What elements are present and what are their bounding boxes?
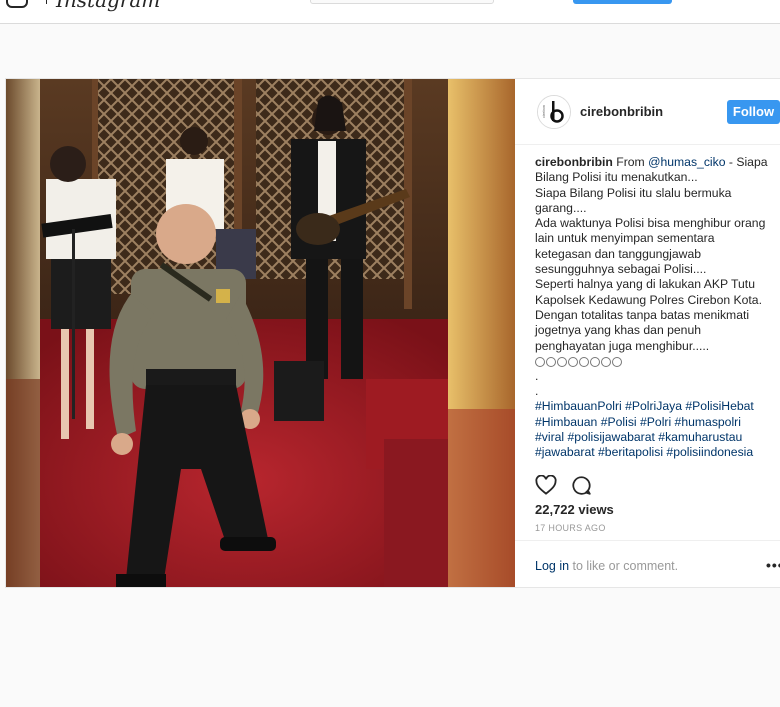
instagram-wordmark-logo[interactable]: Instagram	[56, 0, 160, 12]
caption-first-line-rest: - Siapa	[725, 155, 768, 169]
caption-line: Siapa Bilang Polisi itu slalu bermuka	[535, 185, 732, 200]
emoji-icon	[601, 356, 611, 367]
login-prompt: Log in to like or comment.	[535, 559, 678, 573]
post-header: cirebon cirebonbribin Follow	[515, 79, 780, 145]
header-divider	[46, 0, 47, 4]
emoji-icon	[557, 356, 567, 367]
post-caption: cirebonbribin From @humas_ciko - Siapa B…	[535, 155, 780, 461]
emoji-icon	[535, 356, 545, 367]
caption-line: sesungguhnya sebagai Polisi....	[535, 262, 707, 277]
heart-icon[interactable]	[535, 475, 557, 495]
caption-first-line: cirebonbribin From @humas_ciko - Siapa	[535, 155, 780, 170]
emoji-icon	[590, 356, 600, 367]
hashtag-line[interactable]: #HimbauanPolri #PolriJaya #PolisiHebat	[535, 399, 780, 414]
view-count: 22,722 views	[535, 502, 614, 517]
caption-line: Ada waktunya Polisi bisa menghibur orang	[535, 216, 766, 231]
login-link[interactable]: Log in	[535, 559, 569, 573]
comment-area: Log in to like or comment. •••	[515, 540, 780, 587]
emoji-icon	[612, 356, 622, 367]
instagram-camera-icon[interactable]	[6, 0, 28, 8]
post-sidebar: cirebon cirebonbribin Follow cirebonbrib…	[515, 79, 780, 587]
caption-line: penghayatan juga menghibur.....	[535, 338, 710, 353]
login-prompt-text: to like or comment.	[569, 559, 679, 573]
avatar[interactable]: cirebon	[537, 95, 571, 129]
svg-text:cirebon: cirebon	[541, 105, 546, 118]
post-card: cirebon cirebonbribin Follow cirebonbrib…	[5, 78, 780, 588]
caption-line: ketegasan dan tanggungjawab	[535, 246, 702, 261]
caption-emoji-row	[535, 354, 780, 369]
hashtag-line[interactable]: #viral #polisijawabarat #kamuharustau	[535, 430, 780, 445]
emoji-icon	[546, 356, 556, 367]
search-input[interactable]	[310, 0, 494, 4]
emoji-icon	[579, 356, 589, 367]
post-username[interactable]: cirebonbribin	[580, 104, 663, 119]
follow-button[interactable]: Follow	[727, 100, 780, 124]
video-frame	[6, 79, 515, 587]
more-options-icon[interactable]: •••	[766, 557, 780, 573]
profile-logo-icon: cirebon	[538, 96, 570, 128]
hashtag-line[interactable]: #Himbauan #Polisi #Polri #humaspolri	[535, 415, 780, 430]
top-navigation-bar: Instagram	[0, 0, 780, 24]
caption-line: Bilang Polisi itu menakutkan...	[535, 170, 698, 185]
caption-from-word: From	[616, 155, 645, 169]
caption-mention-link[interactable]: @humas_ciko	[648, 155, 725, 169]
caption-line: Kapolsek Kedawung Polres Cirebon Kota.	[535, 292, 762, 307]
caption-line: jogetnya yang khas dan penuh	[535, 323, 702, 338]
post-timestamp: 17 HOURS AGO	[535, 523, 606, 533]
caption-line: garang....	[535, 200, 587, 215]
header-signup-button[interactable]	[573, 0, 672, 4]
comment-bubble-icon[interactable]	[571, 475, 592, 496]
caption-username[interactable]: cirebonbribin	[535, 155, 613, 169]
caption-dot: .	[535, 368, 539, 383]
hashtag-line[interactable]: #jawabarat #beritapolisi #polisiindonesi…	[535, 445, 780, 460]
post-video[interactable]	[6, 79, 515, 587]
emoji-icon	[568, 356, 578, 367]
post-actions	[535, 475, 602, 497]
caption-line: lain untuk menyimpan sementara	[535, 231, 715, 246]
caption-dot: .	[535, 384, 539, 399]
caption-line: Dengan totalitas tanpa batas menikmati	[535, 307, 750, 322]
caption-line: Seperti halnya yang di lakukan AKP Tutu	[535, 277, 755, 292]
